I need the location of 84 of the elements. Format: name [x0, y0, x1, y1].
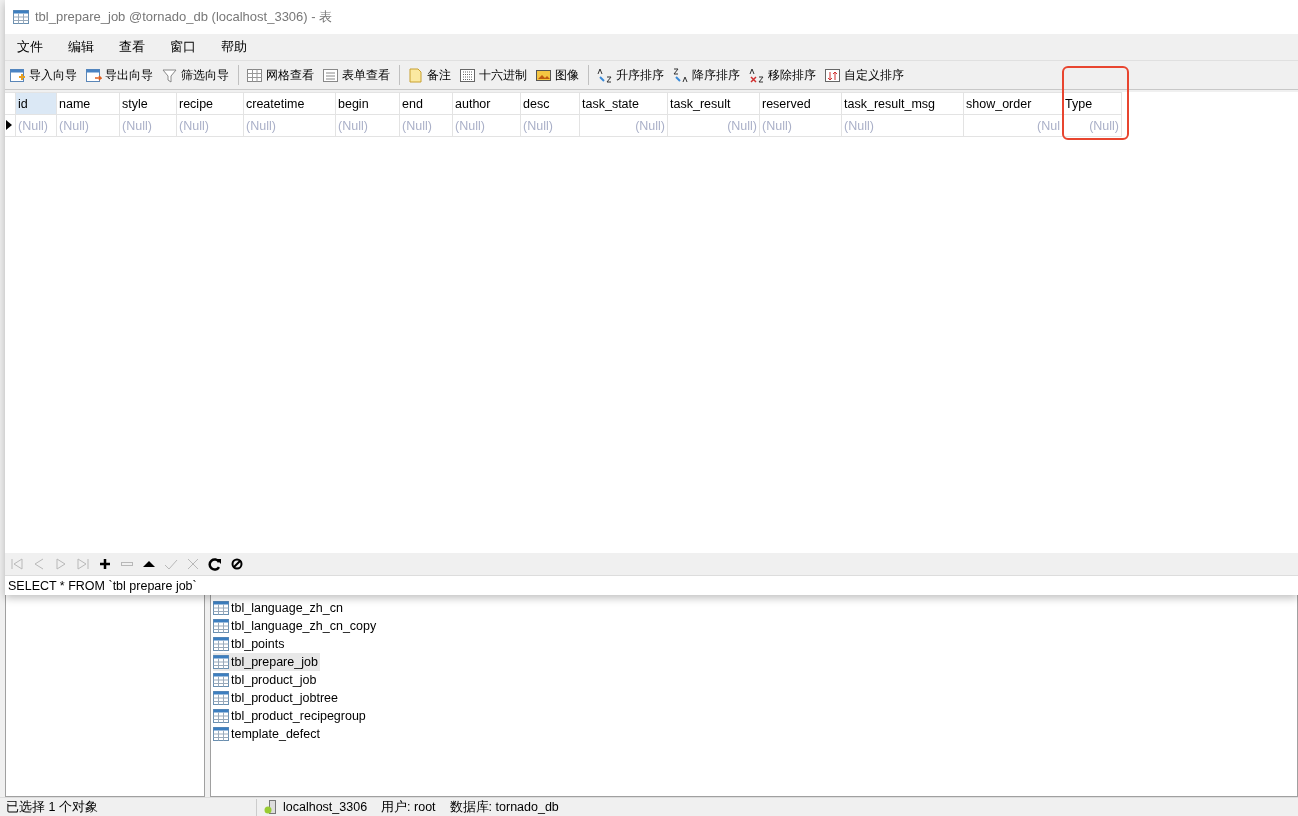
- column-header[interactable]: recipe: [176, 92, 244, 115]
- table-cell: (Null): [335, 114, 400, 137]
- selection-status: 已选择 1 个对象: [5, 798, 99, 816]
- toolbar-button[interactable]: 导出向导: [84, 64, 155, 86]
- filter-icon: [162, 67, 178, 83]
- object-list-item[interactable]: template_defect: [213, 725, 322, 743]
- table-icon: [213, 655, 229, 669]
- column-header[interactable]: desc: [520, 92, 580, 115]
- table-cell: (Null): [119, 114, 177, 137]
- object-list-item[interactable]: tbl_product_recipegroup: [213, 707, 368, 725]
- column-header[interactable]: begin: [335, 92, 400, 115]
- column-header[interactable]: Type: [1062, 92, 1122, 115]
- table-icon: [13, 10, 29, 24]
- table-cell: (Null): [399, 114, 453, 137]
- table-cell: (Null): [243, 114, 336, 137]
- menu-item[interactable]: 窗口: [164, 38, 202, 56]
- import-icon: [10, 67, 26, 83]
- menu-item[interactable]: 编辑: [62, 38, 100, 56]
- table-cell: (Null): [1062, 114, 1122, 137]
- column-header[interactable]: task_result_msg: [841, 92, 964, 115]
- stop-icon[interactable]: [229, 556, 245, 572]
- column-header[interactable]: name: [56, 92, 120, 115]
- table-cell: (Null): [841, 114, 964, 137]
- column-header[interactable]: reserved: [759, 92, 842, 115]
- custom-sort-icon: [825, 67, 841, 83]
- toolbar-button[interactable]: 十六进制: [458, 64, 529, 86]
- table-cell: (Null): [56, 114, 120, 137]
- menu-item[interactable]: 查看: [113, 38, 151, 56]
- remove-sort-icon: [749, 67, 765, 83]
- image-icon: [536, 67, 552, 83]
- hex-grid-icon: [460, 67, 476, 83]
- column-header[interactable]: id: [15, 92, 57, 115]
- toolbar-button[interactable]: 移除排序: [747, 64, 818, 86]
- user-name: 用户: root: [381, 798, 436, 816]
- table-icon: [213, 691, 229, 705]
- toolbar-button[interactable]: 自定义排序: [823, 64, 906, 86]
- plus-icon[interactable]: [97, 556, 113, 572]
- connection-name: localhost_3306: [283, 800, 368, 814]
- menu-item[interactable]: 文件: [11, 38, 49, 56]
- menu-item[interactable]: 帮助: [215, 38, 253, 56]
- database-name: 数据库: tornado_db: [449, 798, 559, 816]
- note-icon: [408, 67, 424, 83]
- table-cell: (Null): [452, 114, 521, 137]
- object-list-item[interactable]: tbl_language_zh_cn_copy: [213, 617, 379, 635]
- table-icon: [213, 637, 229, 651]
- table-icon: [213, 601, 229, 615]
- refresh-icon[interactable]: [207, 556, 223, 572]
- column-header[interactable]: task_result: [667, 92, 760, 115]
- table-icon: [213, 709, 229, 723]
- column-header[interactable]: task_state: [579, 92, 668, 115]
- object-list-item[interactable]: tbl_product_job: [213, 671, 319, 689]
- column-header[interactable]: show_order: [963, 92, 1063, 115]
- column-header[interactable]: author: [452, 92, 521, 115]
- table-icon: [213, 619, 229, 633]
- table-cell: (Null): [176, 114, 244, 137]
- object-list-item[interactable]: tbl_product_jobtree: [213, 689, 341, 707]
- table-cell: (Null): [15, 114, 57, 137]
- grid-icon: [247, 67, 263, 83]
- toolbar-button[interactable]: 降序排序: [671, 64, 742, 86]
- object-list-item[interactable]: tbl_language_zh_cn: [213, 599, 345, 617]
- table-icon: [213, 673, 229, 687]
- export-icon: [86, 67, 102, 83]
- toolbar-button[interactable]: 网格查看: [245, 64, 316, 86]
- sort-descending-icon: [673, 67, 689, 83]
- table-cell: (Null): [667, 114, 760, 137]
- toolbar-button[interactable]: 表单查看: [321, 64, 392, 86]
- column-header[interactable]: style: [119, 92, 177, 115]
- object-list-item[interactable]: tbl_prepare_job: [213, 653, 320, 671]
- toolbar-button[interactable]: 图像: [534, 64, 581, 86]
- column-header[interactable]: end: [399, 92, 453, 115]
- sort-ascending-icon: [597, 67, 613, 83]
- table-icon: [213, 727, 229, 741]
- form-icon: [323, 67, 339, 83]
- table-cell: (Null): [579, 114, 668, 137]
- toolbar-button[interactable]: 升序排序: [595, 64, 666, 86]
- toolbar-button[interactable]: 导入向导: [8, 64, 79, 86]
- object-list-item[interactable]: tbl_points: [213, 635, 287, 653]
- column-header[interactable]: createtime: [243, 92, 336, 115]
- window-title: tbl_prepare_job @tornado_db (localhost_3306) - 表: [35, 8, 333, 26]
- toolbar-button[interactable]: 筛选向导: [160, 64, 231, 86]
- table-cell: (Null): [520, 114, 580, 137]
- toolbar-button[interactable]: 备注: [406, 64, 453, 86]
- table-cell: (Null): [759, 114, 842, 137]
- sql-text: SELECT * FROM `tbl prepare job`: [8, 578, 197, 593]
